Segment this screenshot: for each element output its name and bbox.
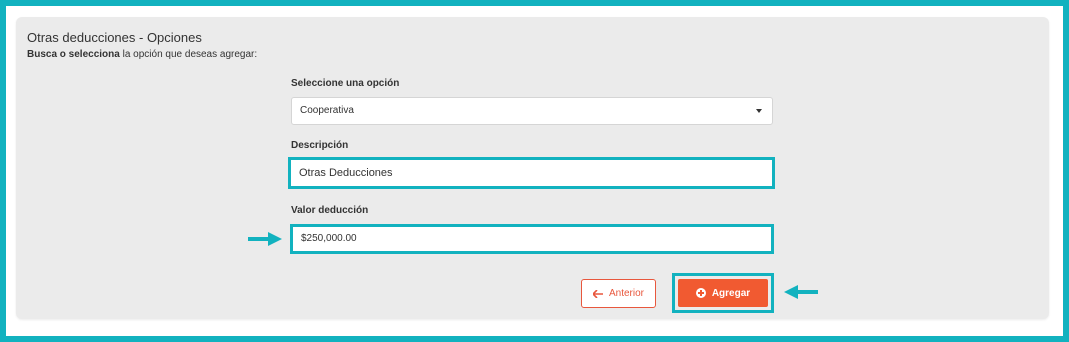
add-button-label: Agregar — [711, 287, 751, 299]
previous-button[interactable]: Anterior — [581, 279, 656, 308]
add-button[interactable]: Agregar — [678, 279, 768, 307]
subtitle-rest: la opción que deseas agregar: — [119, 49, 258, 60]
caret-down-icon — [756, 109, 762, 113]
option-select[interactable]: Cooperativa — [291, 97, 773, 125]
add-button-highlight: Agregar — [672, 273, 774, 313]
description-label: Descripción — [291, 140, 349, 151]
value-field[interactable]: $250,000.00 — [290, 224, 774, 254]
value-amount: $250,000.00 — [301, 233, 357, 244]
select-option-label: Seleccione una opción — [291, 78, 400, 89]
previous-button-label: Anterior — [608, 288, 644, 299]
option-select-value: Cooperativa — [300, 105, 354, 116]
subtitle-bold: Busca o selecciona — [27, 49, 120, 60]
value-label: Valor deducción — [291, 205, 369, 216]
panel-subtitle: Busca o selecciona la opción que deseas … — [27, 49, 257, 60]
arrow-right-icon — [248, 232, 282, 246]
description-field[interactable]: Otras Deducciones — [288, 157, 775, 189]
description-value: Otras Deducciones — [299, 167, 393, 179]
arrow-left-pointer-icon — [784, 285, 818, 299]
panel-title: Otras deducciones - Opciones — [27, 30, 202, 45]
arrow-left-icon — [592, 289, 603, 298]
plus-circle-icon — [695, 288, 706, 298]
